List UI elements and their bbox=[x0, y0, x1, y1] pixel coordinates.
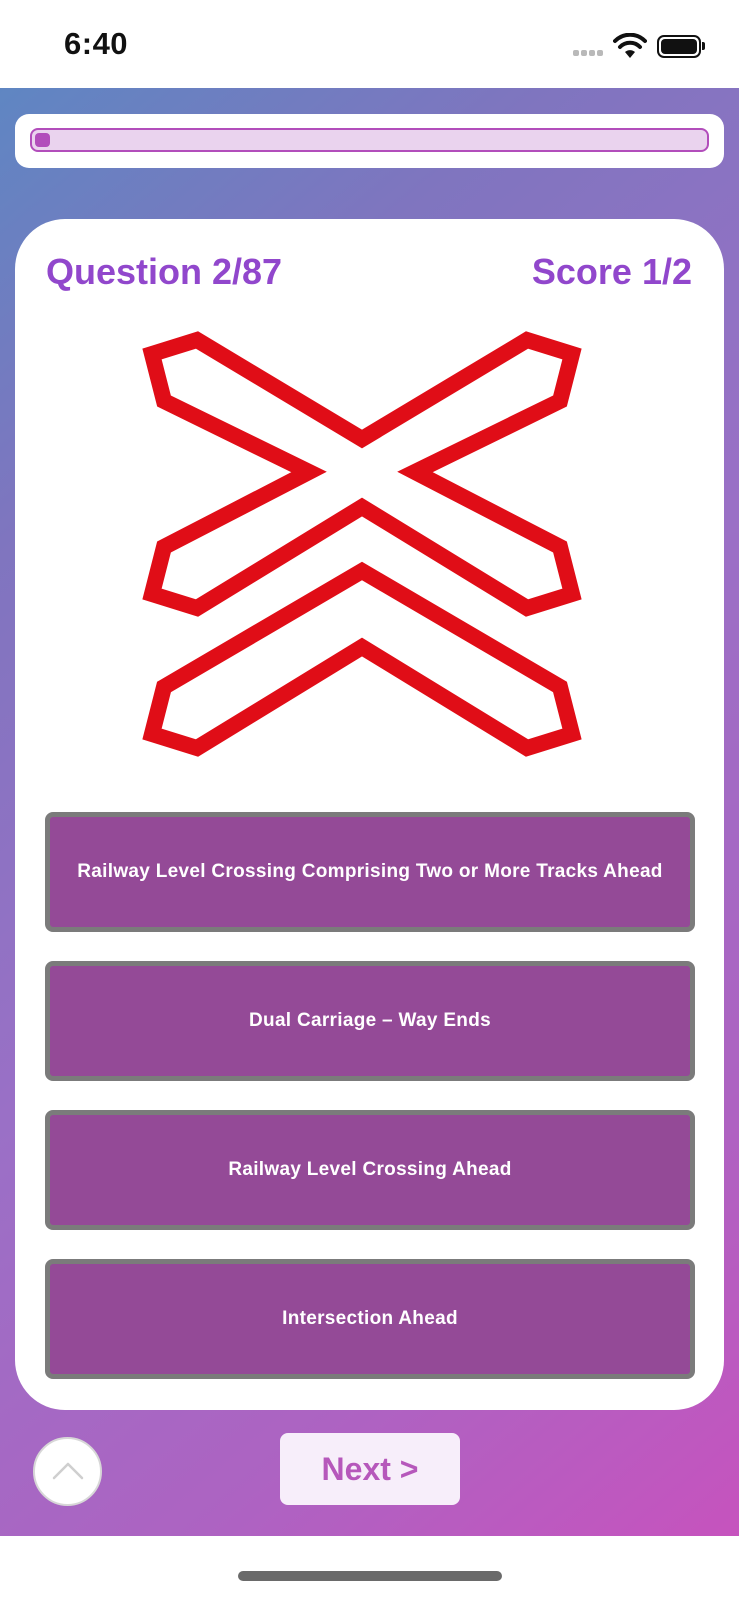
question-counter: Question 2/87 bbox=[46, 251, 283, 292]
answer-button-3[interactable]: Railway Level Crossing Ahead bbox=[45, 1110, 695, 1230]
score-counter: Score 1/2 bbox=[531, 251, 692, 292]
scroll-up-button[interactable] bbox=[33, 1437, 102, 1506]
progress-bar bbox=[30, 128, 709, 152]
progress-fill bbox=[35, 133, 50, 147]
next-button[interactable]: Next > bbox=[280, 1433, 460, 1505]
railway-level-crossing-multiple-tracks-sign-icon bbox=[140, 329, 610, 769]
status-bar: 6:40 bbox=[0, 0, 739, 88]
battery-icon bbox=[657, 35, 705, 58]
progress-card bbox=[15, 114, 724, 168]
home-bar bbox=[0, 1536, 739, 1600]
home-indicator[interactable] bbox=[238, 1571, 502, 1581]
answer-button-2[interactable]: Dual Carriage – Way Ends bbox=[45, 961, 695, 1081]
cellular-signal-icon bbox=[573, 50, 605, 58]
chevron-up-icon bbox=[52, 1462, 84, 1480]
quiz-card: Question 2/87 Score 1/2 Railway Level Cr… bbox=[15, 219, 724, 1410]
quiz-screen: 6:40 Question 2/87 Score 1/2 Railway Lev… bbox=[0, 0, 739, 1600]
answer-button-4[interactable]: Intersection Ahead bbox=[45, 1259, 695, 1379]
answer-button-1[interactable]: Railway Level Crossing Comprising Two or… bbox=[45, 812, 695, 932]
status-time: 6:40 bbox=[64, 26, 129, 61]
wifi-icon bbox=[613, 32, 647, 59]
answer-list: Railway Level Crossing Comprising Two or… bbox=[45, 812, 695, 1408]
